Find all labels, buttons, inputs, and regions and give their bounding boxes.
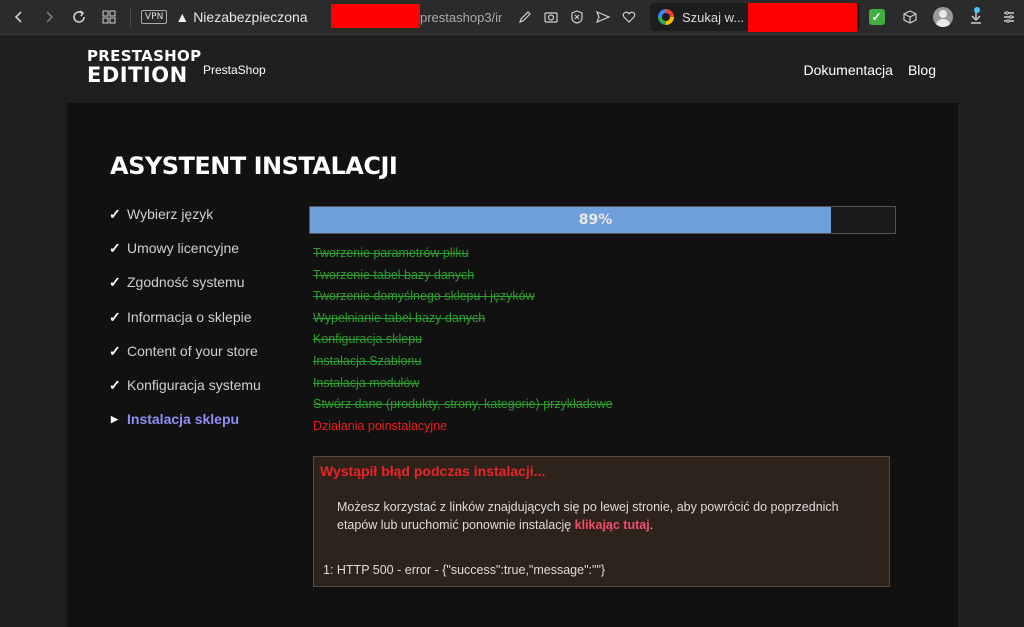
task-item: Konfiguracja sklepu <box>313 332 423 347</box>
check-icon: ✓ <box>109 206 121 222</box>
arrow-right-icon: ▶ <box>111 414 118 425</box>
step-store-content[interactable]: ✓ Content of your store <box>109 343 261 377</box>
step-store-install: ▶ Instalacja sklepu <box>109 411 261 445</box>
task-item: Instalacja Szablonu <box>313 353 422 368</box>
step-label: Konfiguracja systemu <box>127 376 261 393</box>
google-icon <box>658 9 674 25</box>
site-header: PRESTASHOP EDITION PrestaShop Dokumentac… <box>67 36 958 103</box>
task-item: Tworzenie tabel bazy danych <box>313 267 475 282</box>
task-item-failed: Działania poinstalacyjne <box>313 418 448 433</box>
step-label: Instalacja sklepu <box>127 411 240 428</box>
error-message: Możesz korzystać z linków znajdujących s… <box>337 500 839 532</box>
page-title: ASYSTENT INSTALACJI <box>110 152 398 180</box>
task-item: Tworzenie domyślnego sklepu i języków <box>313 289 535 304</box>
step-label: Wybierz język <box>127 206 214 222</box>
task-item: Wypełnianie tabel bazy danych <box>313 310 486 325</box>
progress-label: 89% <box>578 212 613 228</box>
address-url[interactable]: prestashop3/ins <box>420 10 502 25</box>
camera-icon[interactable] <box>538 2 564 32</box>
step-label: Umowy licencyjne <box>127 240 240 257</box>
error-code: 1: HTTP 500 - error - {"success":true,"m… <box>323 563 606 577</box>
redacted-block <box>748 3 857 32</box>
browser-extensions: ✓ <box>860 2 1024 32</box>
error-panel: Wystąpił błąd podczas instalacji... Może… <box>313 456 890 587</box>
step-system-config[interactable]: ✓ Konfiguracja systemu <box>109 377 261 411</box>
step-store-info[interactable]: ✓ Informacja o sklepie <box>109 309 261 343</box>
check-icon: ✓ <box>109 308 121 325</box>
back-icon[interactable] <box>4 2 34 32</box>
redacted-block <box>331 4 420 28</box>
task-item: Instalacja modułów <box>313 375 420 390</box>
error-title: Wystąpił błąd podczas instalacji... <box>320 463 546 479</box>
task-item: Stwórz dane (produkty, strony, kategorie… <box>313 397 613 412</box>
heart-icon[interactable] <box>616 2 642 32</box>
installer-page: PRESTASHOP EDITION PrestaShop Dokumentac… <box>67 36 958 627</box>
edit-icon[interactable] <box>512 2 538 32</box>
search-placeholder: Szukaj w... <box>682 9 745 25</box>
prestashop-logo[interactable]: PRESTASHOP EDITION <box>87 49 201 86</box>
block-icon[interactable] <box>564 2 590 32</box>
header-nav: Dokumentacja Blog <box>803 62 936 78</box>
forward-icon[interactable] <box>34 2 64 32</box>
step-label: Informacja o sklepie <box>127 308 252 325</box>
security-status[interactable]: Niezabezpieczona <box>193 9 307 25</box>
check-icon: ✓ <box>109 342 121 359</box>
cube-icon[interactable] <box>893 2 926 32</box>
tabs-grid-icon[interactable] <box>94 2 124 32</box>
send-icon[interactable] <box>590 2 616 32</box>
installer-steps: ✓ Wybierz język ✓ Umowy licencyjne ✓ Zgodno… <box>109 206 261 445</box>
step-label: Content of your store <box>127 342 258 359</box>
check-icon: ✓ <box>109 376 121 393</box>
step-label: Zgodność systemu <box>127 274 245 291</box>
step-compatibility[interactable]: ✓ Zgodność systemu <box>109 274 261 308</box>
task-item: Tworzenie parametrów pliku <box>313 246 469 260</box>
profile-icon[interactable] <box>926 2 959 32</box>
retry-link[interactable]: klikając tutaj <box>575 518 650 532</box>
warning-icon[interactable]: ▲ <box>175 9 189 25</box>
download-indicator <box>974 7 980 13</box>
vpn-badge[interactable]: VPN <box>141 10 168 24</box>
menu-icon[interactable] <box>992 2 1024 32</box>
step-license[interactable]: ✓ Umowy licencyjne <box>109 240 261 274</box>
check-icon: ✓ <box>109 240 121 257</box>
address-actions <box>512 2 642 32</box>
extension-check-icon[interactable]: ✓ <box>860 2 893 32</box>
logo-subtitle: PrestaShop <box>203 63 266 77</box>
nav-link-blog[interactable]: Blog <box>908 62 936 78</box>
install-progress-bar: 89% <box>309 206 896 234</box>
reload-icon[interactable] <box>64 2 94 32</box>
nav-link-docs[interactable]: Dokumentacja <box>803 62 893 78</box>
check-icon: ✓ <box>109 274 121 291</box>
install-tasks: Tworzenie parametrów pliku Tworzenie tab… <box>313 246 613 440</box>
toolbar-separator <box>130 7 131 27</box>
step-choose-language[interactable]: ✓ Wybierz język <box>109 206 261 240</box>
